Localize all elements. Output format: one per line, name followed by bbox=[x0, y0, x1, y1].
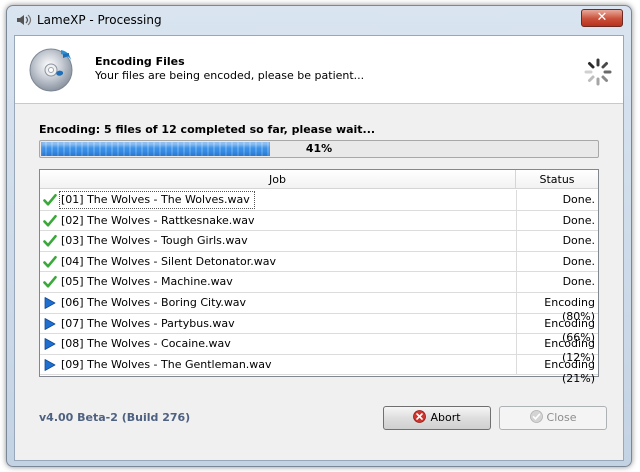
main-window: LameXP - Processing ✕ Encoding Files You… bbox=[6, 5, 632, 467]
job-status: Done. bbox=[562, 234, 595, 248]
job-name: [05] The Wolves - Machine.wav bbox=[61, 275, 233, 289]
job-name: [08] The Wolves - Cocaine.wav bbox=[61, 337, 231, 351]
table-body: [01] The Wolves - The Wolves.wav Done. [02… bbox=[40, 190, 598, 385]
title-bar[interactable]: LameXP - Processing ✕ bbox=[7, 6, 631, 34]
window-close-button[interactable]: ✕ bbox=[581, 9, 623, 27]
header-title: Encoding Files bbox=[95, 55, 185, 68]
check-circle-icon bbox=[529, 410, 543, 423]
job-status: Done. bbox=[562, 275, 595, 289]
busy-spinner-icon bbox=[584, 58, 612, 86]
table-row[interactable]: [09] The Wolves - The Gentleman.wav Encod… bbox=[40, 354, 598, 385]
play-icon bbox=[44, 338, 56, 351]
table-row[interactable]: [05] The Wolves - Machine.wav Done. bbox=[40, 272, 598, 293]
job-name: [09] The Wolves - The Gentleman.wav bbox=[61, 357, 272, 371]
check-icon bbox=[43, 235, 57, 247]
table-row[interactable]: [01] The Wolves - The Wolves.wav Done. bbox=[40, 190, 598, 211]
table-row[interactable]: [07] The Wolves - Partybus.wav Encoding (… bbox=[40, 313, 598, 344]
table-row[interactable]: [06] The Wolves - Boring City.wav Encodin… bbox=[40, 292, 598, 323]
close-button[interactable]: Close bbox=[499, 406, 607, 430]
table-row[interactable]: [02] The Wolves - Rattkesnake.wav Done. bbox=[40, 210, 598, 232]
job-status: Done. bbox=[562, 213, 595, 227]
abort-icon bbox=[413, 410, 427, 423]
job-name: [03] The Wolves - Tough Girls.wav bbox=[61, 234, 248, 248]
check-icon bbox=[43, 276, 57, 288]
table-row[interactable]: [04] The Wolves - Silent Detonator.wav Do… bbox=[40, 251, 598, 273]
table-row[interactable]: [03] The Wolves - Tough Girls.wav Done. bbox=[40, 231, 598, 252]
overall-progress-bar: 41% bbox=[39, 140, 599, 158]
close-button-label: Close bbox=[546, 411, 577, 424]
job-name: [01] The Wolves - The Wolves.wav bbox=[59, 191, 255, 209]
disc-icon bbox=[29, 48, 73, 92]
version-label: v4.00 Beta-2 (Build 276) bbox=[39, 411, 191, 424]
check-icon bbox=[43, 194, 57, 206]
progress-percent-label: 41% bbox=[305, 142, 333, 155]
play-icon bbox=[44, 358, 56, 371]
job-name: [07] The Wolves - Partybus.wav bbox=[61, 316, 235, 330]
abort-button-label: Abort bbox=[430, 411, 461, 424]
encoding-status-text: Encoding: 5 files of 12 completed so far… bbox=[39, 123, 376, 136]
job-status: Encoding (21%) bbox=[544, 357, 595, 385]
column-header-status[interactable]: Status bbox=[516, 170, 598, 189]
job-name: [04] The Wolves - Silent Detonator.wav bbox=[61, 254, 276, 268]
abort-button[interactable]: Abort bbox=[383, 406, 491, 430]
dialog-body: Encoding Files Your files are being enco… bbox=[14, 35, 624, 461]
dialog-header: Encoding Files Your files are being enco… bbox=[15, 36, 623, 104]
column-header-job[interactable]: Job bbox=[40, 170, 516, 189]
job-name: [02] The Wolves - Rattkesnake.wav bbox=[61, 213, 255, 227]
header-subtitle: Your files are being encoded, please be … bbox=[95, 69, 365, 82]
job-status: Done. bbox=[562, 193, 595, 206]
jobs-table[interactable]: Job Status [01] The Wolves - The Wolves.… bbox=[39, 169, 599, 385]
speaker-icon bbox=[17, 14, 32, 26]
check-icon bbox=[43, 214, 57, 227]
play-icon bbox=[44, 297, 56, 309]
table-row[interactable]: [08] The Wolves - Cocaine.wav Encoding (1… bbox=[40, 334, 598, 364]
job-status: Done. bbox=[562, 254, 595, 268]
window-title: LameXP - Processing bbox=[37, 13, 162, 27]
play-icon bbox=[44, 317, 56, 330]
table-header: Job Status bbox=[40, 170, 598, 189]
job-name: [06] The Wolves - Boring City.wav bbox=[61, 295, 247, 309]
check-icon bbox=[43, 255, 57, 268]
